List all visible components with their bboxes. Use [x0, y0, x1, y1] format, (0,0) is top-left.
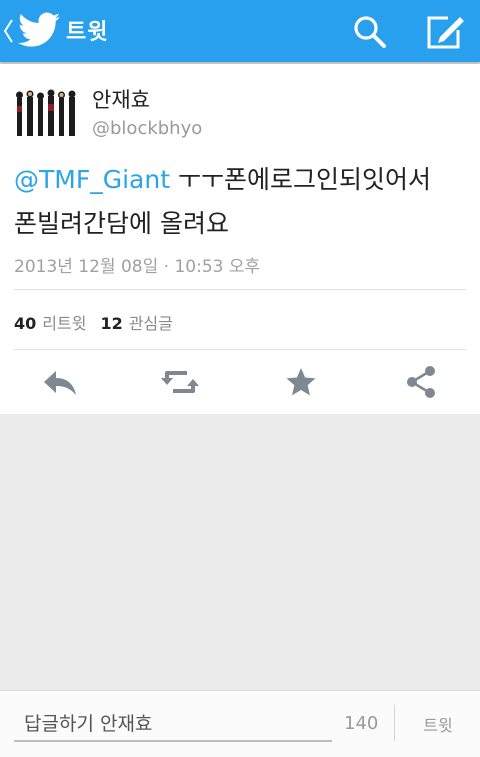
tweet-stats: 40 리트윗 12 관심글 — [14, 310, 187, 334]
tweet-text-line1: ㅜㅜ폰에로그인되잇어서 — [170, 165, 431, 194]
chevron-left-icon[interactable] — [2, 17, 14, 45]
top-app-bar: 트윗 — [0, 0, 480, 62]
search-icon[interactable] — [350, 12, 390, 52]
tweet-text-line2: 폰빌려간담에 올려요 — [14, 209, 229, 238]
tweet-text: @TMF_Giant ㅜㅜ폰에로그인되잇어서폰빌려간담에 올려요 — [14, 158, 470, 246]
avatar[interactable] — [14, 88, 78, 138]
page-title: 트윗 — [66, 20, 109, 45]
author-handle[interactable]: @blockbhyo — [92, 118, 202, 139]
tweet-timestamp: 2013년 12월 08일 · 10:53 오후 — [14, 257, 261, 277]
share-icon[interactable] — [401, 362, 441, 402]
author-name[interactable]: 안재효 — [92, 84, 150, 114]
retweet-count[interactable]: 40 — [14, 314, 36, 333]
reply-input[interactable] — [14, 708, 332, 742]
divider — [394, 705, 395, 741]
favorite-count[interactable]: 12 — [100, 314, 122, 333]
divider — [14, 349, 466, 350]
compose-icon[interactable] — [424, 12, 466, 52]
retweet-icon[interactable] — [160, 362, 200, 402]
divider — [14, 289, 466, 290]
favorite-count-label[interactable]: 관심글 — [129, 314, 173, 333]
mention-link[interactable]: @TMF_Giant — [14, 165, 170, 194]
star-icon[interactable] — [281, 362, 321, 402]
retweet-count-label[interactable]: 리트윗 — [42, 314, 86, 333]
reply-icon[interactable] — [40, 362, 80, 402]
tweet-send-button[interactable]: 트윗 — [410, 710, 466, 738]
char-counter: 140 — [344, 713, 379, 734]
twitter-bird-icon[interactable] — [18, 12, 60, 48]
